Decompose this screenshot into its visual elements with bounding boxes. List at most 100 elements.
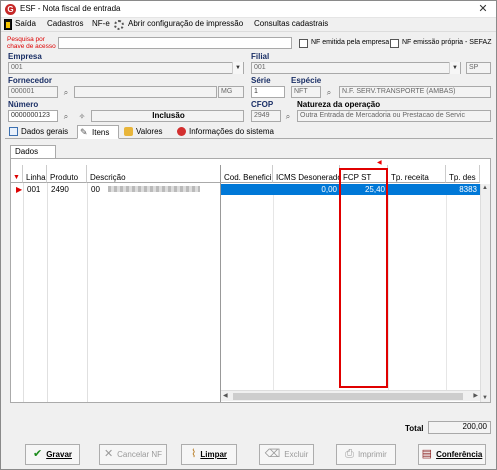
- column-divider: [23, 183, 24, 402]
- window: G ESF - Nota fiscal de entrada ✕ Saída C…: [0, 0, 497, 470]
- serie-field[interactable]: 1: [251, 86, 285, 98]
- check-icon: ✔: [32, 448, 43, 461]
- fornecedor-uf-field: MG: [218, 86, 244, 98]
- binoculars-search-icon[interactable]: ⌕: [60, 111, 72, 122]
- menu-bar: Saída Cadastros NF-e Abrir configuração …: [1, 18, 496, 32]
- scrollbar-thumb[interactable]: [233, 393, 463, 400]
- broom-icon: ⌇: [190, 448, 197, 461]
- fornecedor-code-field[interactable]: 000001: [8, 86, 58, 98]
- checkbox-icon: [9, 127, 18, 136]
- column-tp-des[interactable]: Tp. des: [446, 165, 480, 183]
- filial-uf-field: SP: [466, 62, 491, 74]
- exit-door-icon: [4, 19, 12, 30]
- coins-icon: [124, 127, 133, 136]
- especie-code-field[interactable]: NFT: [291, 86, 321, 98]
- natureza-label: Natureza da operação: [297, 100, 381, 109]
- menu-nfe[interactable]: NF-e: [92, 19, 110, 28]
- chevron-down-icon[interactable]: ▼: [232, 62, 243, 74]
- scroll-left-icon[interactable]: ◀: [223, 392, 228, 399]
- access-key-search-input[interactable]: [58, 37, 292, 49]
- scroll-up-icon[interactable]: ▲: [482, 185, 488, 191]
- cfop-label: CFOP: [251, 100, 274, 109]
- cell-cod-beneficio[interactable]: [221, 184, 273, 195]
- binoculars-search-icon[interactable]: ⌕: [60, 87, 72, 98]
- menu-consultas-cadastrais[interactable]: Consultas cadastrais: [254, 19, 328, 28]
- numero-field[interactable]: 0000000123: [8, 110, 58, 122]
- nf-emitida-label: NF emitida pela empresa: [311, 39, 390, 46]
- column-descricao[interactable]: Descrição: [87, 165, 221, 183]
- main-tabs: Dados gerais ✎ Itens Valores Informações…: [5, 125, 493, 139]
- menu-saida[interactable]: Saída: [15, 19, 36, 28]
- excluir-button[interactable]: ⌫ Excluir: [259, 444, 314, 465]
- tab-itens[interactable]: ✎ Itens: [77, 125, 119, 139]
- chevron-down-icon[interactable]: ▼: [449, 62, 460, 74]
- tab-valores[interactable]: Valores: [122, 125, 172, 139]
- fornecedor-label: Fornecedor: [8, 76, 53, 85]
- empresa-label: Empresa: [8, 52, 42, 61]
- scroll-right-icon[interactable]: ▶: [473, 392, 478, 399]
- redacted-text: [108, 186, 201, 192]
- filial-label: Filial: [251, 52, 270, 61]
- gear-icon: [114, 20, 124, 30]
- natureza-field: Outra Entrada de Mercadoria ou Prestacao…: [297, 110, 491, 122]
- tab-informacoes-sistema[interactable]: Informações do sistema: [175, 125, 277, 139]
- cell-linha[interactable]: 001: [24, 184, 47, 195]
- binoculars-search-icon[interactable]: ⌕: [282, 111, 294, 122]
- cell-tp-receita[interactable]: [388, 184, 446, 195]
- empresa-select[interactable]: 001: [8, 62, 244, 74]
- cell-produto[interactable]: 2490: [48, 184, 87, 195]
- total-field: 200,00: [428, 421, 491, 434]
- column-divider: [388, 195, 389, 390]
- nf-propria-checkbox[interactable]: [390, 39, 399, 48]
- cell-tp-des[interactable]: 8383: [446, 184, 480, 195]
- horizontal-scrollbar[interactable]: ◀ ▶: [221, 390, 480, 401]
- erase-icon: ⌫: [264, 448, 281, 461]
- especie-label: Espécie: [291, 76, 322, 85]
- tab-dados-gerais[interactable]: Dados gerais: [7, 125, 75, 139]
- gravar-button[interactable]: ✔ Gravar: [25, 444, 80, 465]
- column-icms-desonerado[interactable]: ICMS Desonerado: [273, 165, 340, 183]
- nf-propria-label: NF emissão própria - SEFAZ: [402, 39, 492, 46]
- cancelar-nf-button[interactable]: ✕ Cancelar NF: [99, 444, 167, 465]
- cancel-x-icon: ✕: [103, 448, 114, 461]
- column-divider: [47, 183, 48, 402]
- app-logo-icon: G: [5, 4, 16, 15]
- cell-descricao[interactable]: 00: [88, 184, 220, 195]
- row-indicator-header: ▼: [11, 165, 23, 183]
- especie-desc-field: N.F. SERV.TRANSPORTE (AMBAS): [339, 86, 491, 98]
- total-label: Total: [405, 424, 424, 433]
- cell-descricao-text: 00: [91, 185, 100, 194]
- numero-label: Número: [8, 100, 39, 109]
- column-produto[interactable]: Produto: [47, 165, 87, 183]
- column-tp-receita[interactable]: Tp. receita: [388, 165, 446, 183]
- nf-emitida-checkbox[interactable]: [299, 39, 308, 48]
- cfop-field[interactable]: 2949: [251, 110, 281, 122]
- fornecedor-name-field: [74, 86, 217, 98]
- imprimir-button[interactable]: ⎙ Imprimir: [336, 444, 396, 465]
- column-divider: [87, 183, 88, 402]
- limpar-button[interactable]: ⌇ Limpar: [181, 444, 237, 465]
- window-title: ESF - Nota fiscal de entrada: [20, 4, 121, 13]
- tab-dados-itens[interactable]: Dados itens: [10, 145, 56, 168]
- title-bar: G ESF - Nota fiscal de entrada ✕: [1, 1, 496, 18]
- clipboard-icon: ▤: [421, 448, 433, 461]
- column-divider: [273, 195, 274, 390]
- vertical-scrollbar[interactable]: ▲ ▼: [480, 184, 490, 402]
- cell-icms-desonerado[interactable]: 0,00: [273, 184, 340, 195]
- conferencia-button[interactable]: ▤ Conferência: [418, 444, 486, 465]
- binoculars-search-icon[interactable]: ⌕: [323, 87, 335, 98]
- menu-abrir-configuracao[interactable]: Abrir configuração de impressão: [128, 19, 243, 28]
- sparkle-icon[interactable]: ✧: [76, 111, 88, 122]
- search-label: Pesquisa por chave de acesso: [7, 36, 56, 50]
- close-icon[interactable]: ✕: [473, 2, 493, 17]
- pencil-icon: ✎: [80, 127, 88, 137]
- column-divider: [446, 195, 447, 390]
- menu-cadastros[interactable]: Cadastros: [47, 19, 83, 28]
- current-row-arrow-icon: ▶: [16, 185, 23, 194]
- grid-splitter: [220, 183, 221, 402]
- column-linha[interactable]: Linha: [23, 165, 47, 183]
- scroll-down-icon[interactable]: ▼: [482, 395, 488, 401]
- column-cod-beneficio[interactable]: Cod. Beneficio: [221, 165, 273, 183]
- status-field: Inclusão: [91, 110, 244, 122]
- filial-select[interactable]: 001: [251, 62, 461, 74]
